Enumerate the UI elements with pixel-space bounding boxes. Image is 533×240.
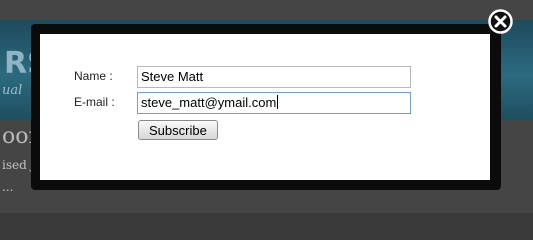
background-header-subtitle: ual xyxy=(2,83,23,98)
background-text-line: ... xyxy=(2,180,14,194)
name-label: Name : xyxy=(74,69,113,83)
close-button[interactable] xyxy=(488,9,513,34)
text-caret xyxy=(277,95,279,109)
subscribe-button[interactable]: Subscribe xyxy=(138,120,218,140)
subscribe-modal: Name : Steve Matt E-mail : steve_matt@ym… xyxy=(40,34,490,180)
email-input[interactable]: steve_matt@ymail.com xyxy=(137,92,411,114)
close-icon xyxy=(488,9,513,34)
name-row: Name : Steve Matt xyxy=(40,66,490,88)
name-input-value: Steve Matt xyxy=(141,69,204,84)
name-input[interactable]: Steve Matt xyxy=(137,66,411,88)
email-row: E-mail : steve_matt@ymail.com xyxy=(40,92,490,114)
email-input-value: steve_matt@ymail.com xyxy=(141,95,277,110)
email-label: E-mail : xyxy=(74,95,115,109)
